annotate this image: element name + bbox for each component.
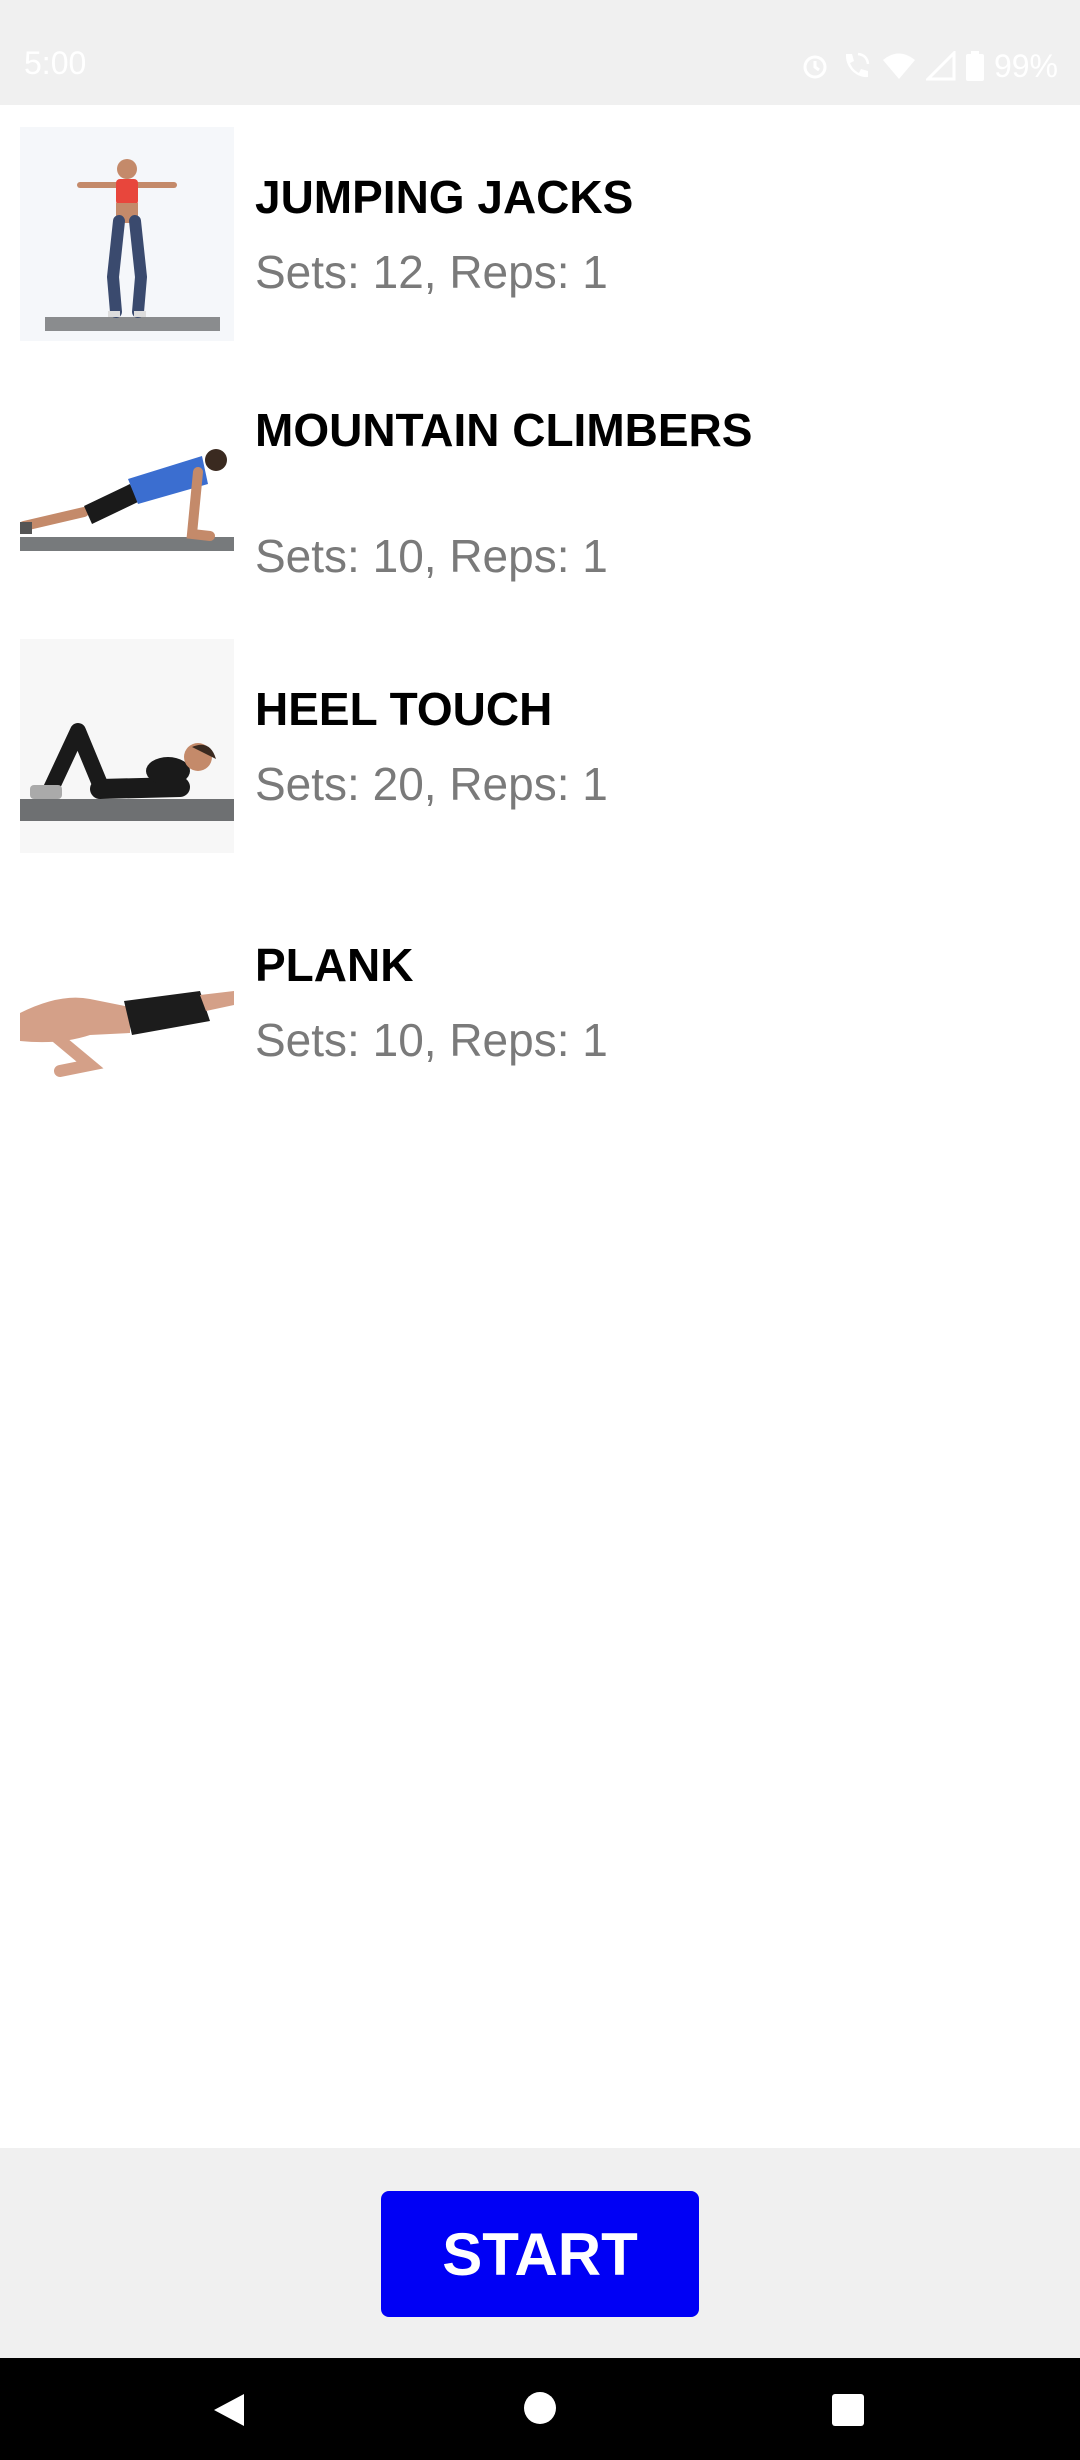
back-icon[interactable]: [212, 2392, 246, 2428]
alarm-icon: [803, 55, 827, 79]
exercise-image: [20, 895, 234, 1109]
status-icons: 99%: [800, 46, 1058, 86]
exercise-title: JUMPING JACKS: [255, 171, 634, 223]
status-time: 5:00: [24, 45, 87, 81]
exercise-detail: Sets: 10, Reps: 1: [255, 1014, 608, 1066]
exercise-title: HEEL TOUCH: [255, 683, 553, 735]
wifi-calling-icon: [845, 52, 870, 78]
exercise-detail: Sets: 10, Reps: 1: [255, 530, 608, 582]
home-icon[interactable]: [524, 2392, 556, 2424]
wifi-icon: [882, 53, 915, 79]
exercise-detail: Sets: 12, Reps: 1: [255, 246, 608, 298]
exercise-title: PLANK: [255, 939, 414, 991]
navigation-bar: [0, 2358, 1080, 2460]
exercise-detail: Sets: 20, Reps: 1: [255, 758, 608, 810]
battery-percentage: 99%: [993, 47, 1058, 84]
battery-icon: [965, 51, 984, 81]
status-bar: 5:00 99%: [0, 0, 1080, 105]
recents-icon[interactable]: [832, 2394, 864, 2426]
exercise-image: [20, 127, 234, 341]
start-button[interactable]: START: [381, 2191, 699, 2317]
exercise-image: [20, 384, 234, 598]
exercise-image: [20, 639, 234, 853]
signal-icon: [925, 51, 956, 81]
bottom-panel: START: [0, 2148, 1080, 2358]
exercise-title: MOUNTAIN CLIMBERS: [255, 404, 753, 456]
